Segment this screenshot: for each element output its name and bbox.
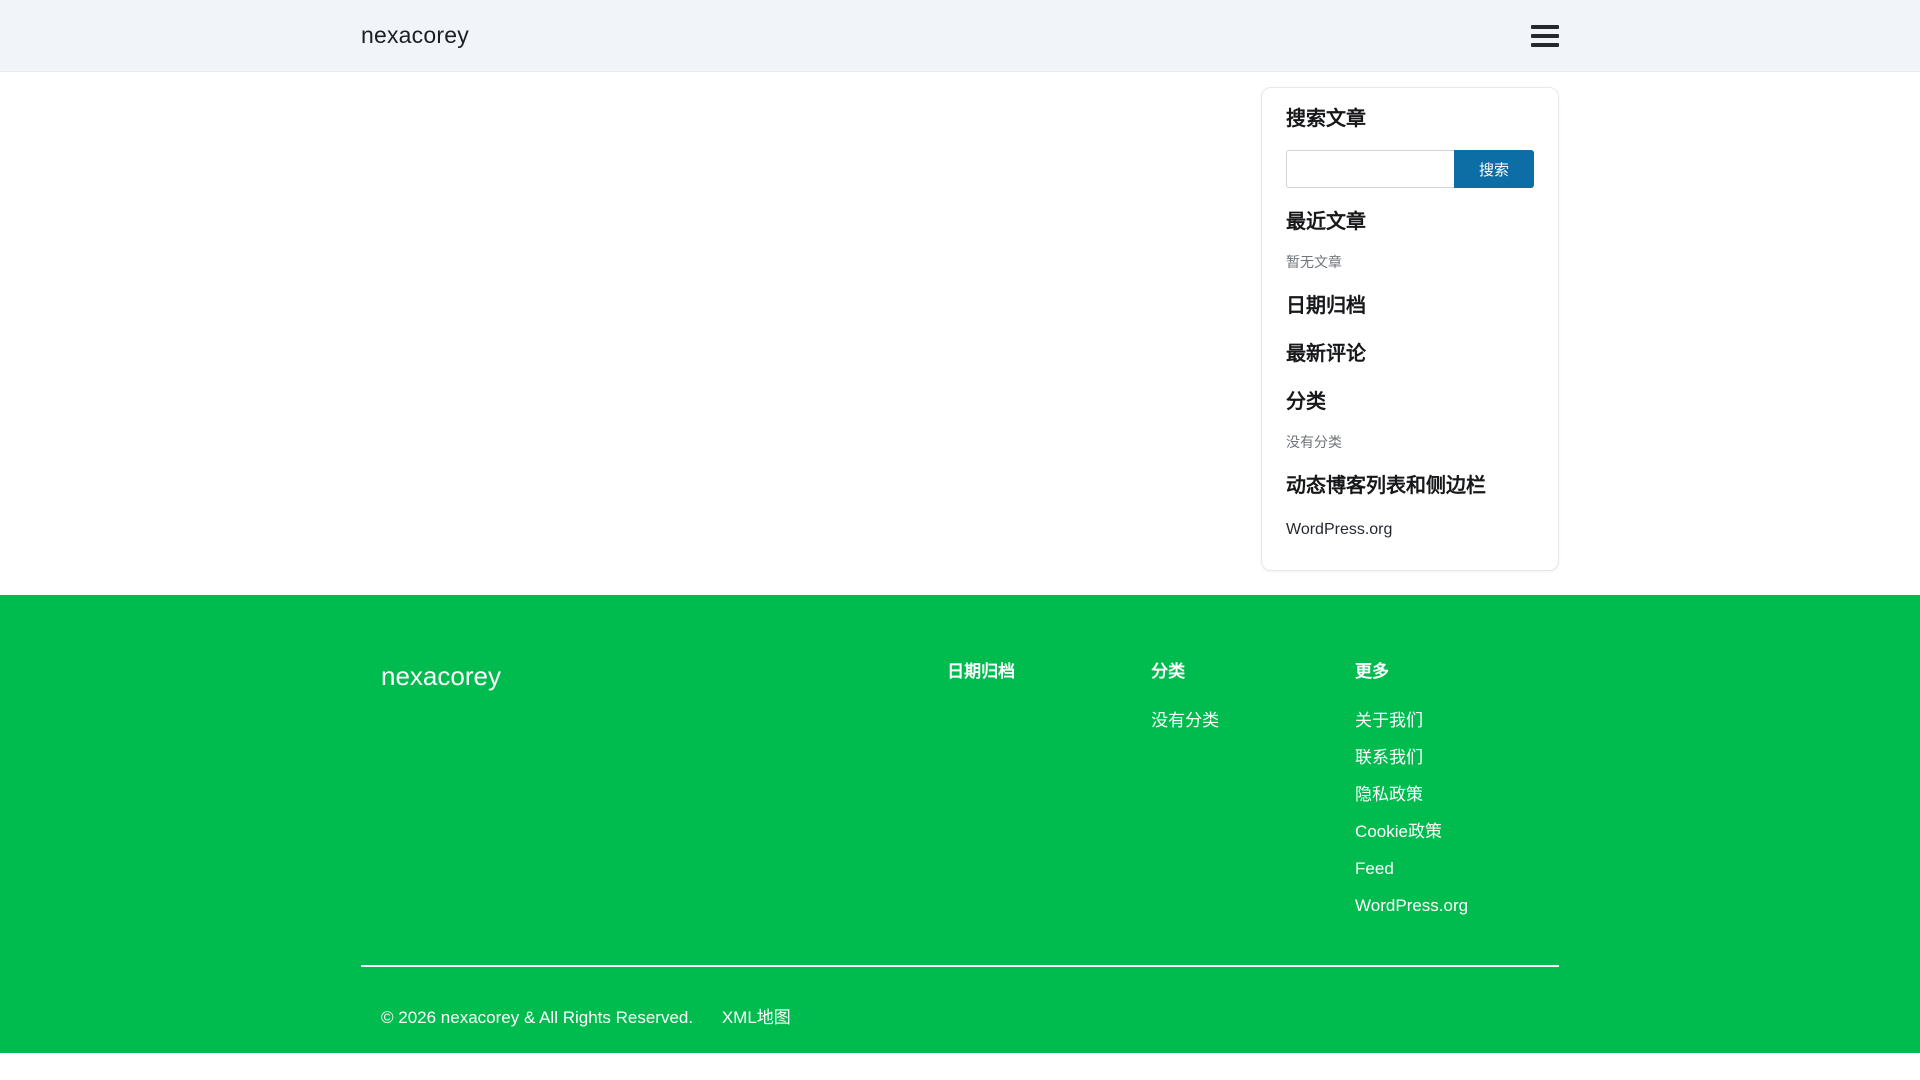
- sidebar-heading-categories: 分类: [1286, 391, 1326, 413]
- hamburger-menu-icon[interactable]: [1531, 18, 1559, 54]
- hamburger-bar: [1531, 42, 1559, 47]
- content-area: [361, 72, 1261, 595]
- main-content: 搜索文章 搜索 最近文章 暂无文章 日期归档 最新评论 分类 没有分类 动态博客…: [0, 72, 1920, 595]
- footer-link-contact[interactable]: 联系我们: [1355, 748, 1423, 767]
- footer-heading-archives: 日期归档: [947, 662, 1016, 681]
- search-form: 搜索: [1286, 150, 1534, 188]
- site-header: nexacorey: [0, 0, 1920, 72]
- footer-brand[interactable]: nexacorey: [361, 661, 947, 932]
- sidebar-widget-card: 搜索文章 搜索 最近文章 暂无文章 日期归档 最新评论 分类 没有分类 动态博客…: [1261, 87, 1559, 571]
- xml-sitemap-link[interactable]: XML地图: [722, 1008, 791, 1027]
- sidebar-heading-recent-posts: 最近文章: [1286, 211, 1366, 233]
- sidebar-heading-comments: 最新评论: [1286, 343, 1366, 365]
- footer-divider: [361, 965, 1559, 967]
- footer-bottom-bar: © 2026 nexacorey & All Rights Reserved. …: [361, 1007, 1559, 1028]
- footer-column-categories: 分类 没有分类: [1151, 661, 1355, 932]
- site-footer: nexacorey 日期归档 分类 没有分类 更多 关于我们 联系我们 隐私政策…: [0, 595, 1920, 1053]
- footer-link-feed[interactable]: Feed: [1355, 859, 1394, 878]
- footer-link-wordpress-org[interactable]: WordPress.org: [1355, 896, 1468, 915]
- sidebar-heading-meta: 动态博客列表和侧边栏: [1286, 475, 1486, 497]
- footer-categories-empty-text: 没有分类: [1151, 711, 1220, 730]
- footer-columns: nexacorey 日期归档 分类 没有分类 更多 关于我们 联系我们 隐私政策…: [361, 661, 1559, 932]
- footer-link-cookie-policy[interactable]: Cookie政策: [1355, 822, 1442, 841]
- footer-column-archives: 日期归档: [947, 661, 1151, 932]
- recent-posts-empty-text: 暂无文章: [1286, 254, 1342, 270]
- footer-link-privacy[interactable]: 隐私政策: [1355, 785, 1423, 804]
- sidebar-link-wordpress-org[interactable]: WordPress.org: [1286, 519, 1392, 540]
- hamburger-bar: [1531, 24, 1559, 29]
- footer-column-more: 更多 关于我们 联系我们 隐私政策 Cookie政策 Feed WordPres…: [1355, 661, 1559, 932]
- copyright-text: © 2026 nexacorey & All Rights Reserved.: [381, 1008, 694, 1027]
- site-title[interactable]: nexacorey: [361, 22, 469, 49]
- footer-heading-more: 更多: [1355, 662, 1390, 681]
- hamburger-bar: [1531, 33, 1559, 38]
- footer-heading-categories: 分类: [1151, 662, 1186, 681]
- categories-empty-text: 没有分类: [1286, 434, 1342, 450]
- footer-link-about[interactable]: 关于我们: [1355, 711, 1423, 730]
- sidebar-heading-archives: 日期归档: [1286, 295, 1366, 317]
- search-input[interactable]: [1286, 150, 1454, 188]
- sidebar-heading-search: 搜索文章: [1286, 108, 1366, 130]
- search-button[interactable]: 搜索: [1454, 150, 1534, 188]
